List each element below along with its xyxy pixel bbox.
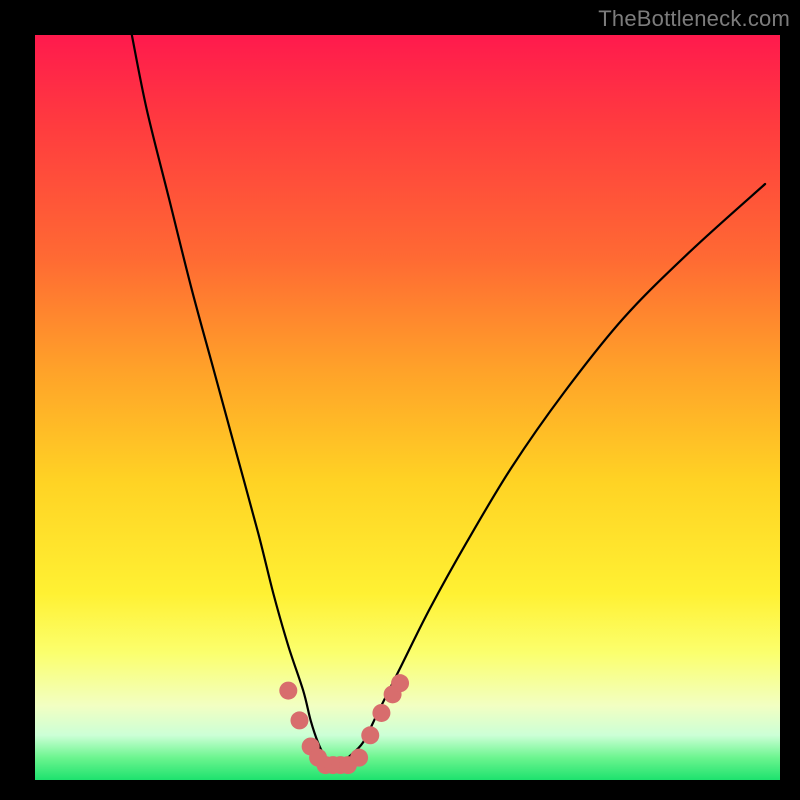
watermark-text: TheBottleneck.com (598, 6, 790, 32)
highlight-dot (350, 749, 368, 767)
highlight-markers (279, 674, 409, 774)
bottleneck-curve (132, 35, 765, 766)
chart-frame: TheBottleneck.com (0, 0, 800, 800)
bottleneck-curve-svg (35, 35, 780, 780)
plot-area (35, 35, 780, 780)
highlight-dot (290, 711, 308, 729)
highlight-dot (279, 682, 297, 700)
highlight-dot (391, 674, 409, 692)
highlight-dot (372, 704, 390, 722)
highlight-dot (361, 726, 379, 744)
